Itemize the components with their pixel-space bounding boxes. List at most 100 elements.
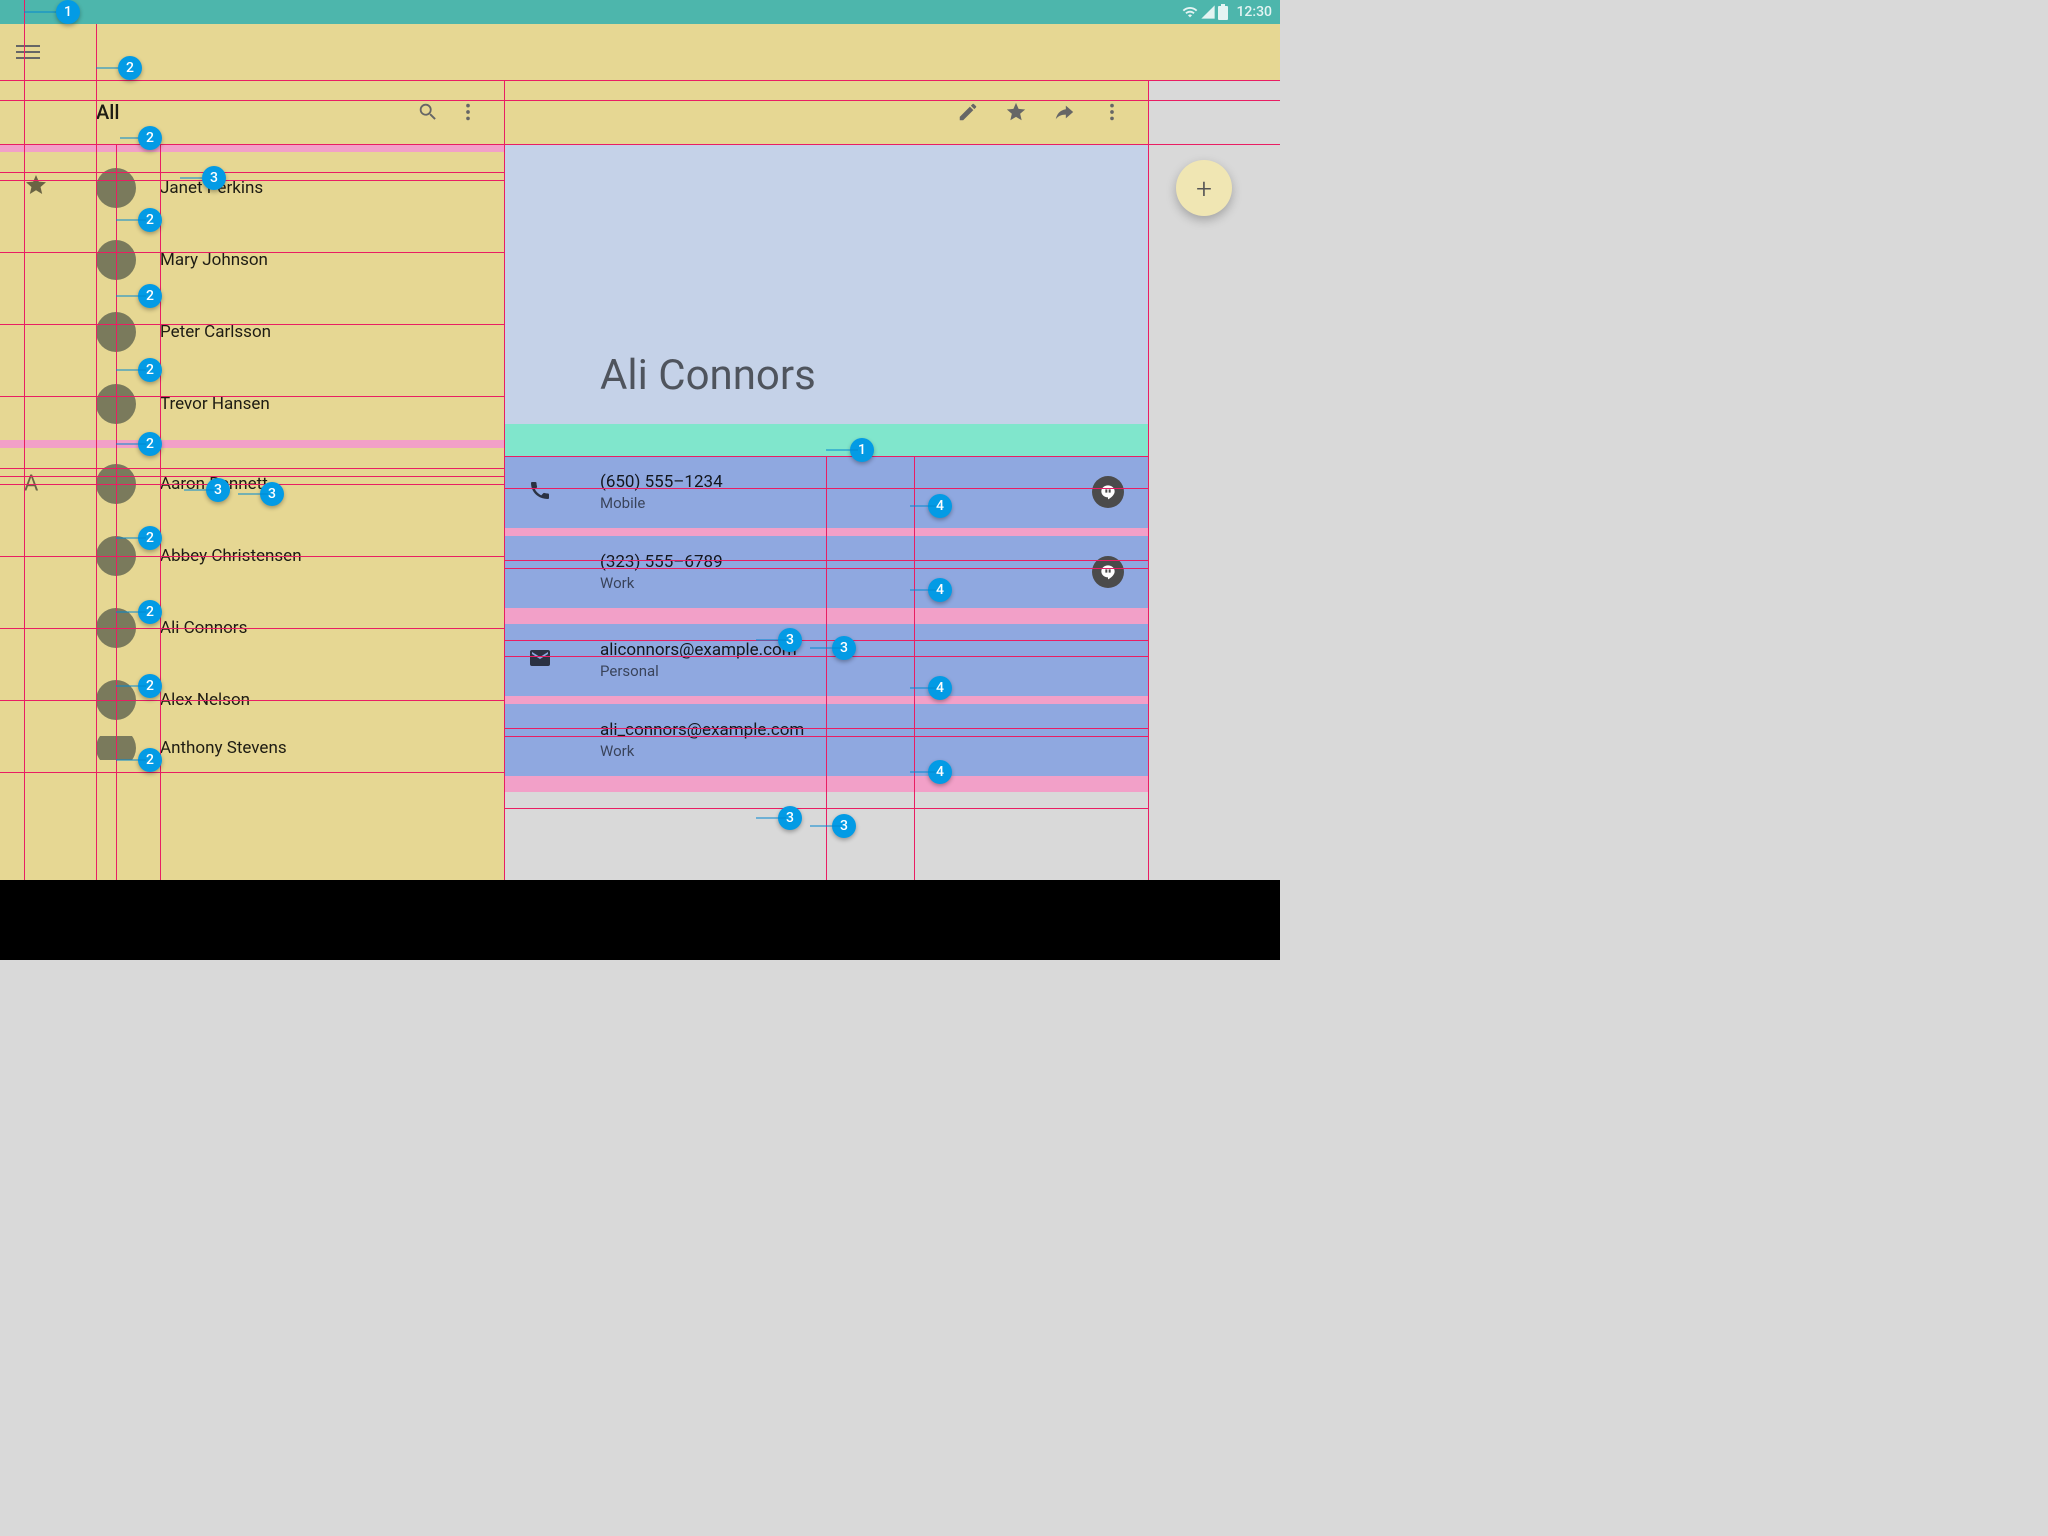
keyline bbox=[116, 144, 117, 880]
email-icon bbox=[528, 646, 552, 674]
plus-icon: + bbox=[1196, 172, 1212, 205]
hangouts-icon bbox=[1100, 484, 1116, 500]
keyline bbox=[116, 296, 146, 297]
keyline bbox=[0, 468, 504, 469]
keyline bbox=[238, 494, 268, 495]
edit-icon bbox=[957, 101, 979, 123]
email-label: Personal bbox=[600, 662, 797, 680]
wifi-icon bbox=[1182, 4, 1198, 20]
nav-bar bbox=[0, 880, 1280, 960]
keyline bbox=[116, 370, 146, 371]
phone-number: (323) 555–6789 bbox=[600, 552, 723, 572]
list-item[interactable]: Janet Perkins bbox=[0, 152, 504, 224]
contact-name: Mary Johnson bbox=[160, 250, 268, 270]
keyline bbox=[0, 100, 1280, 101]
keyline bbox=[0, 476, 504, 477]
more-vert-icon bbox=[1101, 101, 1123, 123]
keyline bbox=[0, 700, 504, 701]
phone-label: Work bbox=[600, 574, 723, 592]
contacts-list-pane: All Janet Perkins Mary Johnson bbox=[0, 80, 504, 960]
message-button[interactable] bbox=[1092, 476, 1124, 508]
keyline bbox=[826, 450, 858, 451]
more-vert-icon bbox=[457, 101, 479, 123]
keyline bbox=[810, 826, 840, 827]
keyline bbox=[504, 568, 1148, 569]
contacts-list: Janet Perkins Mary Johnson Peter Carlsso… bbox=[0, 144, 504, 960]
list-item[interactable]: Mary Johnson bbox=[0, 224, 504, 296]
battery-icon bbox=[1218, 4, 1228, 20]
keyline bbox=[0, 144, 1280, 145]
contact-hero: Ali Connors bbox=[504, 144, 1148, 424]
keyline bbox=[910, 590, 936, 591]
keyline bbox=[504, 560, 1148, 561]
email-label: Work bbox=[600, 742, 804, 760]
star-button[interactable] bbox=[996, 92, 1036, 132]
keyline bbox=[0, 180, 504, 181]
keyline bbox=[826, 456, 827, 880]
phone-label: Mobile bbox=[600, 494, 723, 512]
keyline bbox=[910, 688, 936, 689]
status-time: 12:30 bbox=[1236, 4, 1272, 20]
keyline bbox=[1148, 80, 1149, 880]
share-icon bbox=[1053, 101, 1075, 123]
keyline bbox=[0, 252, 504, 253]
callout-badge: 3 bbox=[202, 166, 226, 190]
more-button[interactable] bbox=[1092, 92, 1132, 132]
keyline bbox=[504, 488, 1148, 489]
keyline bbox=[116, 612, 146, 613]
add-fab[interactable]: + bbox=[1176, 160, 1232, 216]
keyline bbox=[116, 686, 146, 687]
signal-icon bbox=[1200, 4, 1216, 20]
phone-icon bbox=[528, 478, 552, 506]
share-button[interactable] bbox=[1044, 92, 1084, 132]
menu-icon[interactable] bbox=[16, 40, 40, 64]
callout-badge: 1 bbox=[56, 0, 80, 24]
keyline bbox=[160, 144, 161, 880]
keyline bbox=[756, 640, 786, 641]
keyline bbox=[504, 456, 1148, 457]
keyline bbox=[0, 172, 504, 173]
keyline bbox=[810, 648, 840, 649]
keyline bbox=[756, 818, 786, 819]
keyline bbox=[504, 728, 1148, 729]
keyline bbox=[0, 484, 504, 485]
hangouts-icon bbox=[1100, 564, 1116, 580]
contact-name: Trevor Hansen bbox=[160, 394, 270, 414]
list-item[interactable]: Peter Carlsson bbox=[0, 296, 504, 368]
list-item[interactable]: Anthony Stevens bbox=[0, 736, 504, 760]
keyline bbox=[116, 220, 146, 221]
phone-number: (650) 555–1234 bbox=[600, 472, 723, 492]
keyline bbox=[910, 506, 936, 507]
keyline bbox=[504, 808, 1148, 809]
more-button[interactable] bbox=[448, 92, 488, 132]
keyline bbox=[96, 24, 97, 880]
search-icon bbox=[417, 101, 439, 123]
star-icon bbox=[1005, 101, 1027, 123]
email-address: aliconnors@example.com bbox=[600, 640, 797, 660]
list-item[interactable]: Trevor Hansen bbox=[0, 368, 504, 440]
keyline bbox=[116, 538, 146, 539]
app-bar bbox=[0, 24, 1280, 80]
keyline bbox=[0, 396, 504, 397]
status-bar: 12:30 bbox=[0, 0, 1280, 24]
keyline bbox=[116, 760, 146, 761]
keyline bbox=[914, 456, 915, 880]
keyline bbox=[0, 556, 504, 557]
detail-toolbar bbox=[504, 80, 1148, 144]
keyline bbox=[504, 656, 1148, 657]
star-icon bbox=[24, 173, 48, 203]
keyline bbox=[910, 772, 936, 773]
keyline bbox=[184, 490, 214, 491]
list-title: All bbox=[96, 100, 408, 124]
callout-badge: 2 bbox=[138, 126, 162, 150]
edit-button[interactable] bbox=[948, 92, 988, 132]
keyline bbox=[504, 736, 1148, 737]
contact-name: Peter Carlsson bbox=[160, 322, 271, 342]
callout-badge: 2 bbox=[118, 56, 142, 80]
keyline bbox=[0, 628, 504, 629]
keyline bbox=[0, 324, 504, 325]
keyline bbox=[504, 80, 505, 880]
search-button[interactable] bbox=[408, 92, 448, 132]
keyline bbox=[0, 80, 1280, 81]
email-address: ali_connors@example.com bbox=[600, 720, 804, 740]
